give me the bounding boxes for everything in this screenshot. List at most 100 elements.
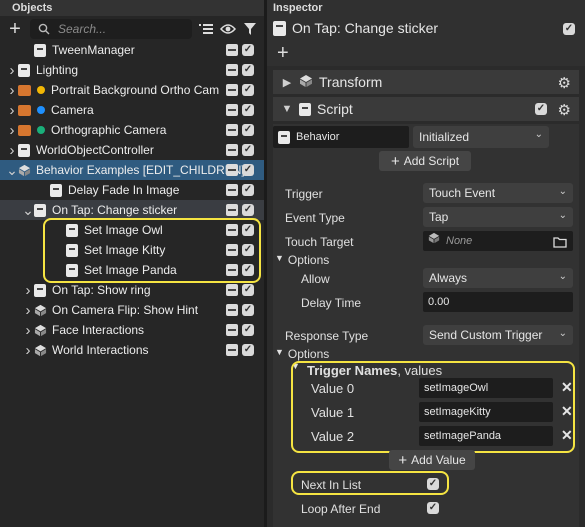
status-dot <box>37 106 45 114</box>
event-type-dropdown[interactable]: Tap ⌄ <box>423 207 573 227</box>
objects-panel-title: Objects <box>0 0 264 16</box>
objects-search[interactable] <box>30 19 192 39</box>
chevron-down-icon: ▼ <box>281 103 293 115</box>
enabled-checkbox[interactable]: ✓ <box>242 44 254 56</box>
tree-row[interactable]: › World Interactions ✓ <box>0 340 264 360</box>
behavior-asset-name: Behavior <box>296 131 340 143</box>
tree-row[interactable]: › WorldObjectController ✓ <box>0 140 264 160</box>
object-icon <box>34 203 46 217</box>
object-icon <box>18 143 30 157</box>
filter-icon[interactable] <box>242 21 258 37</box>
options-group-2[interactable]: ▼ Options <box>275 347 329 361</box>
chevron-down-icon[interactable]: ⌄ <box>6 162 18 179</box>
enabled-checkbox[interactable]: ✓ <box>242 64 254 76</box>
inspector-selected-object: On Tap: Change sticker <box>273 20 438 36</box>
add-script-button[interactable]: + Add Script <box>379 151 471 171</box>
enabled-checkbox[interactable]: ✓ <box>242 284 254 296</box>
chevron-right-icon[interactable]: › <box>6 122 18 139</box>
chevron-right-icon[interactable]: › <box>6 142 18 159</box>
initialized-value: Initialized <box>419 130 470 144</box>
transform-icon <box>299 74 313 91</box>
search-input[interactable] <box>58 22 178 36</box>
objects-tree: TweenManager ✓ › Lighting ✓ › Portrait Backgro… <box>0 40 264 360</box>
gear-icon[interactable]: ⚙ <box>558 74 571 92</box>
chevron-right-icon[interactable]: › <box>22 342 34 359</box>
trigger-dropdown[interactable]: Touch Event ⌄ <box>423 183 573 203</box>
script-label: Script <box>317 101 353 117</box>
list-view-icon[interactable] <box>198 21 214 37</box>
tree-row[interactable]: › Face Interactions ✓ <box>0 320 264 340</box>
plus-icon: + <box>390 152 400 170</box>
allow-dropdown[interactable]: Always ⌄ <box>423 268 573 288</box>
chevron-right-icon[interactable]: › <box>22 282 34 299</box>
group-icon <box>34 304 47 317</box>
transform-section[interactable]: ▶ Transform ⚙ <box>273 70 579 94</box>
chevron-down-icon: ⌄ <box>558 271 567 282</box>
tree-row[interactable]: Delay Fade In Image ✓ <box>0 180 264 200</box>
touch-target-field[interactable]: None <box>423 231 573 251</box>
enabled-checkbox[interactable]: ✓ <box>242 204 254 216</box>
response-type-dropdown[interactable]: Send Custom Trigger ⌄ <box>423 325 573 345</box>
chevron-right-icon[interactable]: › <box>6 102 18 119</box>
chevron-right-icon[interactable]: › <box>6 82 18 99</box>
folder-icon[interactable] <box>553 235 567 255</box>
options-group-1[interactable]: ▼ Options <box>275 253 329 267</box>
chevron-right-icon[interactable]: › <box>6 62 18 79</box>
eye-icon[interactable] <box>220 21 236 37</box>
tree-row[interactable]: ⌄ On Tap: Change sticker ✓ <box>0 200 264 220</box>
loop-after-end-checkbox[interactable]: ✓ <box>427 502 439 514</box>
tree-row[interactable]: › Portrait Background Ortho Cam ✓ <box>0 80 264 100</box>
tree-row[interactable]: ⌄ Behavior Examples [EDIT_CHILDREN] ✓ <box>0 160 264 180</box>
delay-time-input[interactable]: 0.00 <box>423 292 573 312</box>
script-badge-icon <box>226 64 238 76</box>
add-value-button[interactable]: + Add Value <box>389 450 475 470</box>
enabled-checkbox[interactable]: ✓ <box>242 144 254 156</box>
script-badge-icon <box>226 144 238 156</box>
enabled-checkbox[interactable]: ✓ <box>242 124 254 136</box>
plus-icon: + <box>398 451 408 469</box>
touch-target-label: Touch Target <box>285 235 354 249</box>
selected-object-name[interactable]: On Tap: Change sticker <box>292 20 438 36</box>
script-badge-icon <box>226 304 238 316</box>
object-icon <box>273 20 286 36</box>
tree-row[interactable]: › On Tap: Show ring ✓ <box>0 280 264 300</box>
enabled-checkbox[interactable]: ✓ <box>242 164 254 176</box>
object-enabled-checkbox[interactable]: ✓ <box>563 23 575 35</box>
object-icon <box>18 63 30 77</box>
script-badge-icon <box>226 324 238 336</box>
script-badge-icon <box>226 44 238 56</box>
enabled-checkbox[interactable]: ✓ <box>242 104 254 116</box>
object-icon <box>34 283 46 297</box>
tree-row[interactable]: › Orthographic Camera ✓ <box>0 120 264 140</box>
add-component-icon[interactable]: + <box>277 42 289 65</box>
options-label: Options <box>287 253 330 267</box>
tree-row[interactable]: › On Camera Flip: Show Hint ✓ <box>0 300 264 320</box>
camera-icon <box>18 84 31 96</box>
chevron-down-icon: ⌄ <box>558 328 567 339</box>
enabled-checkbox[interactable]: ✓ <box>242 324 254 336</box>
inspector-title: Inspector <box>273 2 323 14</box>
group-icon <box>34 324 47 337</box>
enabled-checkbox[interactable]: ✓ <box>242 344 254 356</box>
script-badge-icon <box>226 184 238 196</box>
tree-row[interactable]: › Lighting ✓ <box>0 60 264 80</box>
gear-icon[interactable]: ⚙ <box>558 101 571 119</box>
script-section[interactable]: ▼ Script ✓ ⚙ <box>273 97 579 121</box>
behavior-asset-field[interactable]: Behavior <box>273 126 409 148</box>
chevron-right-icon[interactable]: › <box>22 302 34 319</box>
add-object-icon[interactable]: + <box>6 19 24 39</box>
enabled-checkbox[interactable]: ✓ <box>242 184 254 196</box>
tree-row[interactable]: › Camera ✓ <box>0 100 264 120</box>
objects-panel: Objects + TweenManager✓›Lighting✓›Portra… <box>0 0 264 527</box>
enabled-checkbox[interactable]: ✓ <box>242 84 254 96</box>
enabled-checkbox[interactable]: ✓ <box>242 304 254 316</box>
initialized-dropdown[interactable]: Initialized ⌄ <box>413 126 549 148</box>
chevron-right-icon[interactable]: › <box>22 322 34 339</box>
allow-value: Always <box>429 271 468 285</box>
chevron-down-icon[interactable]: ⌄ <box>22 202 34 219</box>
tree-row[interactable]: TweenManager ✓ <box>0 40 264 60</box>
script-enabled-checkbox[interactable]: ✓ <box>535 103 547 115</box>
chevron-down-icon: ⌄ <box>558 210 567 221</box>
add-value-label: Add Value <box>411 453 466 467</box>
add-script-label: Add Script <box>403 154 460 168</box>
